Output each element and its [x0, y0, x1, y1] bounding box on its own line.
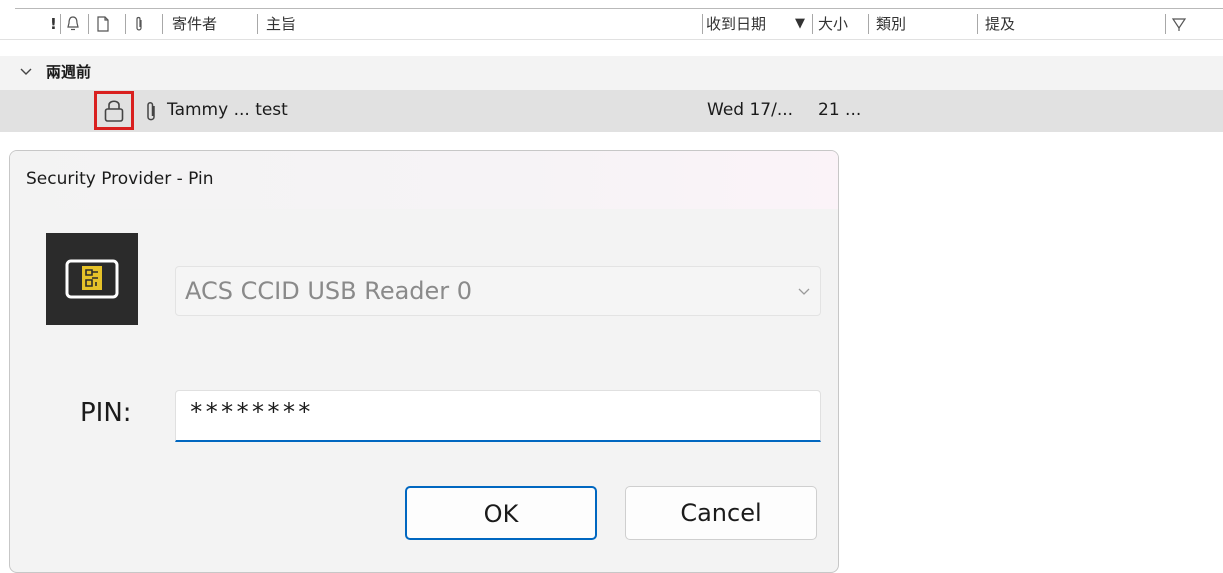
message-received-date: Wed 17/...	[707, 100, 794, 120]
column-divider[interactable]	[977, 14, 978, 34]
received-column-header[interactable]: 收到日期	[706, 12, 766, 36]
encrypted-indicator-highlight	[94, 91, 134, 130]
lock-icon[interactable]	[103, 98, 125, 124]
reminder-icon[interactable]	[64, 14, 82, 34]
from-column-header[interactable]: 寄件者	[172, 12, 217, 36]
chevron-down-icon[interactable]	[18, 64, 34, 80]
date-group-header[interactable]: 兩週前	[0, 56, 1223, 90]
subject-column-header[interactable]: 主旨	[266, 12, 296, 36]
group-label: 兩週前	[46, 63, 92, 81]
column-divider[interactable]	[60, 14, 61, 34]
dialog-title: Security Provider - Pin	[26, 169, 214, 189]
pin-field[interactable]: ********	[175, 390, 821, 442]
message-subject[interactable]: Tammy ... test	[167, 98, 288, 122]
mention-column-header[interactable]: 提及	[985, 12, 1015, 36]
chevron-down-icon[interactable]	[796, 283, 812, 299]
card-reader-dropdown[interactable]: ACS CCID USB Reader 0	[175, 266, 821, 316]
flag-icon[interactable]	[1170, 14, 1188, 34]
column-divider[interactable]	[702, 14, 703, 34]
message-row[interactable]: Tammy ... test Wed 17/... 21 ...	[0, 90, 1223, 132]
importance-column-header[interactable]: !	[50, 12, 57, 36]
message-list-header: ! 寄件者 主旨 收到日期 ▼ 大小 類別 提及	[0, 0, 1223, 40]
smart-card-tile	[46, 233, 138, 325]
sort-descending-icon[interactable]: ▼	[795, 12, 805, 36]
card-reader-selected: ACS CCID USB Reader 0	[185, 277, 473, 305]
size-column-header[interactable]: 大小	[818, 12, 848, 36]
message-size: 21 ...	[818, 100, 862, 120]
smart-card-icon	[65, 259, 119, 299]
column-divider[interactable]	[88, 14, 89, 34]
category-column-header[interactable]: 類別	[876, 12, 906, 36]
pin-field-value: ********	[189, 398, 313, 426]
attachment-icon[interactable]	[130, 14, 148, 34]
dialog-titlebar[interactable]: Security Provider - Pin	[10, 151, 838, 209]
column-divider[interactable]	[162, 14, 163, 34]
cancel-button[interactable]: Cancel	[625, 486, 817, 540]
header-top-divider	[15, 8, 1223, 9]
ok-button[interactable]: OK	[405, 486, 597, 540]
column-divider[interactable]	[1165, 14, 1166, 34]
document-icon[interactable]	[94, 14, 112, 34]
pin-label: PIN:	[80, 398, 132, 428]
security-provider-pin-dialog: Security Provider - Pin ACS CCID USB Rea…	[9, 150, 839, 573]
column-divider[interactable]	[125, 14, 126, 34]
attachment-icon	[147, 102, 155, 121]
column-divider[interactable]	[868, 14, 869, 34]
column-divider[interactable]	[257, 14, 258, 34]
column-divider[interactable]	[812, 14, 813, 34]
